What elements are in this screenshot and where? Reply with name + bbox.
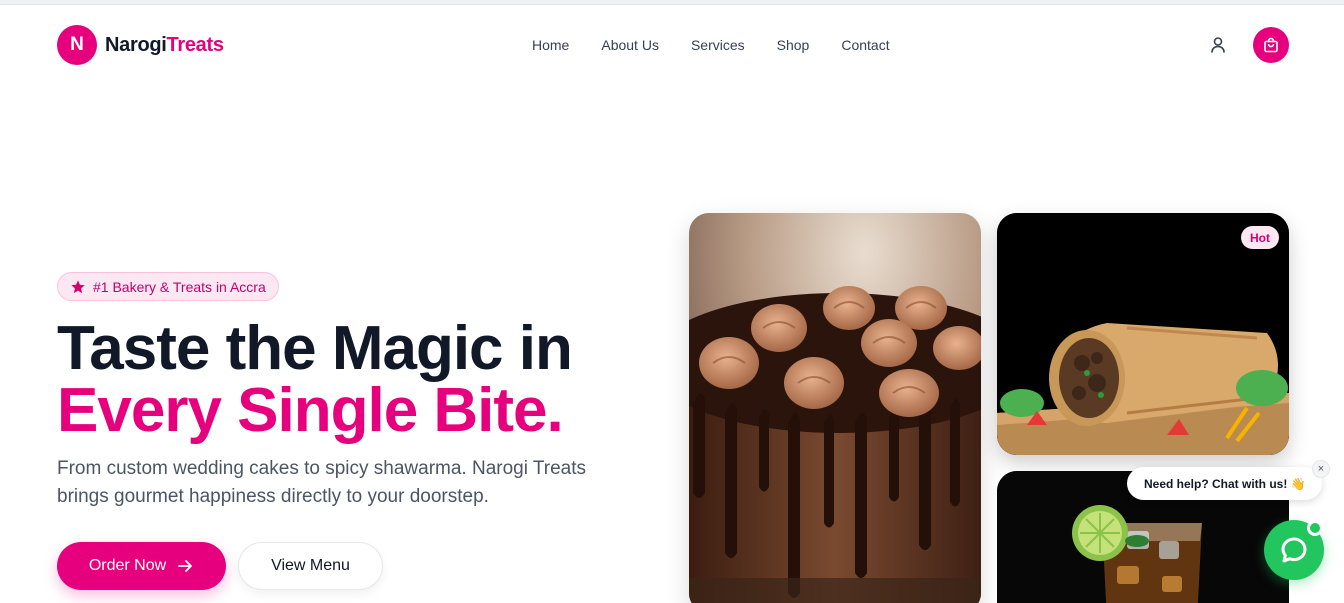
cake-image-card[interactable] <box>689 213 981 603</box>
star-icon <box>71 279 85 293</box>
online-status-dot <box>1307 520 1323 536</box>
arrow-right-icon <box>178 560 193 572</box>
brand-name: NarogiTreats <box>105 34 224 57</box>
cart-button[interactable] <box>1253 27 1289 63</box>
close-icon[interactable]: × <box>1312 460 1330 478</box>
logo-mark: N <box>57 25 97 65</box>
nav-services[interactable]: Services <box>691 37 745 53</box>
hero-badge-text: #1 Bakery & Treats in Accra <box>93 278 266 295</box>
shawarma-image <box>997 213 1289 455</box>
hero-title-line1: Taste the Magic in <box>57 314 573 383</box>
hero-subtitle: From custom wedding cakes to spicy shawa… <box>57 458 587 507</box>
brand-logo[interactable]: N NarogiTreats <box>57 25 224 65</box>
chat-icon <box>1281 537 1307 563</box>
browser-top-border <box>0 0 1344 5</box>
nav-home[interactable]: Home <box>532 37 569 53</box>
brand-name-part1: Narogi <box>105 33 167 56</box>
hero-badge: #1 Bakery & Treats in Accra <box>57 272 279 301</box>
hero-title-line2: Every Single Bite. <box>57 376 564 445</box>
main-nav: Home About Us Services Shop Contact <box>532 37 922 53</box>
shopping-bag-icon <box>1264 37 1278 53</box>
chat-prompt[interactable]: Need help? Chat with us! 👋 <box>1127 467 1322 500</box>
nav-about-us[interactable]: About Us <box>601 37 659 53</box>
user-icon[interactable] <box>1208 35 1228 55</box>
brand-name-part2: Treats <box>166 33 224 56</box>
chocolate-cake-image <box>689 213 981 603</box>
hot-badge: Hot <box>1241 226 1279 249</box>
order-now-label: Order Now <box>88 557 167 574</box>
nav-contact[interactable]: Contact <box>841 37 889 53</box>
hero-title: Taste the Magic in Every Single Bite. <box>57 314 573 445</box>
nav-shop[interactable]: Shop <box>777 37 810 53</box>
shawarma-image-card[interactable] <box>997 213 1289 455</box>
order-now-button[interactable]: Order Now <box>57 542 226 590</box>
view-menu-button[interactable]: View Menu <box>238 542 383 590</box>
